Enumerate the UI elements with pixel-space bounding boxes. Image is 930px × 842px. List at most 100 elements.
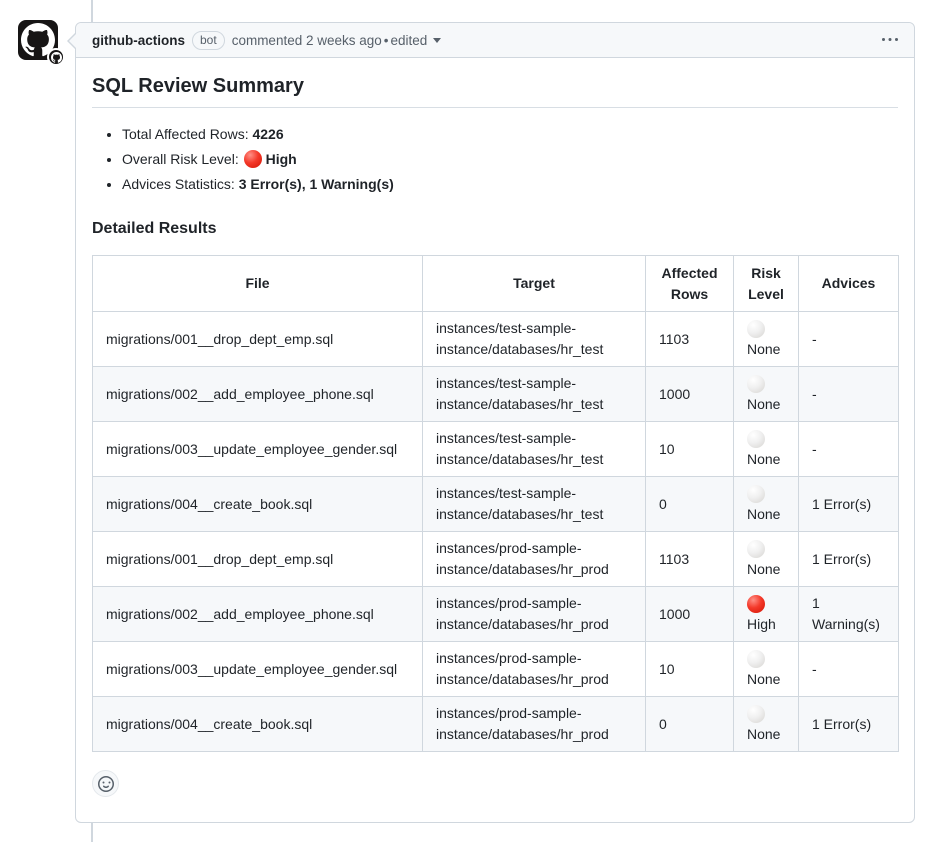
risk-level-text: None — [747, 504, 785, 525]
white-circle-emoji — [747, 485, 765, 503]
advices-cell: - — [799, 312, 899, 367]
table-row: migrations/003__update_employee_gender.s… — [93, 422, 899, 477]
edited-label: edited — [391, 33, 428, 48]
affected-rows-cell: 1000 — [646, 587, 734, 642]
column-header-advices: Advices — [799, 256, 899, 312]
table-row: migrations/004__create_book.sql instance… — [93, 477, 899, 532]
risk-level-cell: None — [734, 367, 799, 422]
white-circle-emoji — [747, 375, 765, 393]
file-cell: migrations/001__drop_dept_emp.sql — [93, 312, 423, 367]
risk-level-cell: None — [734, 642, 799, 697]
affected-rows-cell: 10 — [646, 422, 734, 477]
affected-rows-cell: 1103 — [646, 532, 734, 587]
white-circle-emoji — [747, 705, 765, 723]
edited-dropdown[interactable]: edited — [391, 33, 442, 48]
risk-level-text: None — [747, 394, 785, 415]
chevron-down-icon — [433, 38, 441, 43]
column-header-file: File — [93, 256, 423, 312]
target-cell: instances/test-sample-instance/databases… — [423, 422, 646, 477]
table-row: migrations/003__update_employee_gender.s… — [93, 642, 899, 697]
file-cell: migrations/002__add_employee_phone.sql — [93, 367, 423, 422]
risk-level-text: None — [747, 339, 785, 360]
add-reaction-button[interactable] — [92, 770, 119, 797]
risk-level-text: None — [747, 449, 785, 470]
risk-level-cell: None — [734, 532, 799, 587]
file-cell: migrations/004__create_book.sql — [93, 697, 423, 752]
white-circle-emoji — [747, 650, 765, 668]
comment-box: github-actions bot commented 2 weeks ago… — [75, 22, 915, 823]
risk-level-cell: None — [734, 697, 799, 752]
risk-level-cell: None — [734, 312, 799, 367]
speech-bubble-caret-fill — [69, 33, 77, 49]
affected-rows-cell: 1000 — [646, 367, 734, 422]
bot-avatar-badge — [47, 48, 65, 66]
advices-cell: 1 Error(s) — [799, 697, 899, 752]
summary-item-value: High — [266, 151, 297, 167]
comment-timestamp[interactable]: commented 2 weeks ago — [232, 33, 382, 48]
summary-item-total-affected-rows: Total Affected Rows: 4226 — [122, 124, 898, 145]
affected-rows-cell: 0 — [646, 697, 734, 752]
table-row: migrations/001__drop_dept_emp.sql instan… — [93, 312, 899, 367]
advices-cell: - — [799, 367, 899, 422]
results-table: File Target Affected Rows Risk Level Adv… — [92, 255, 899, 752]
risk-level-cell: None — [734, 477, 799, 532]
table-row: migrations/001__drop_dept_emp.sql instan… — [93, 532, 899, 587]
risk-level-text: None — [747, 724, 785, 745]
table-row: migrations/002__add_employee_phone.sql i… — [93, 367, 899, 422]
target-cell: instances/test-sample-instance/databases… — [423, 312, 646, 367]
summary-item-advices-statistics: Advices Statistics: 3 Error(s), 1 Warnin… — [122, 174, 898, 195]
risk-level-text: None — [747, 669, 785, 690]
risk-level-text: None — [747, 559, 785, 580]
bot-badge: bot — [192, 31, 225, 50]
file-cell: migrations/002__add_employee_phone.sql — [93, 587, 423, 642]
smiley-icon — [98, 776, 114, 792]
summary-item-label: Advices Statistics: — [122, 176, 239, 192]
affected-rows-cell: 1103 — [646, 312, 734, 367]
target-cell: instances/prod-sample-instance/databases… — [423, 697, 646, 752]
summary-item-label: Total Affected Rows: — [122, 126, 252, 142]
target-cell: instances/test-sample-instance/databases… — [423, 477, 646, 532]
github-actions-avatar[interactable] — [18, 20, 58, 60]
risk-level-cell: High — [734, 587, 799, 642]
kebab-horizontal-icon — [882, 32, 898, 48]
kebab-menu-button[interactable] — [882, 32, 898, 48]
table-header-row: File Target Affected Rows Risk Level Adv… — [93, 256, 899, 312]
file-cell: migrations/003__update_employee_gender.s… — [93, 642, 423, 697]
file-cell: migrations/004__create_book.sql — [93, 477, 423, 532]
table-row: migrations/002__add_employee_phone.sql i… — [93, 587, 899, 642]
affected-rows-cell: 0 — [646, 477, 734, 532]
white-circle-emoji — [747, 320, 765, 338]
file-cell: migrations/001__drop_dept_emp.sql — [93, 532, 423, 587]
target-cell: instances/prod-sample-instance/databases… — [423, 642, 646, 697]
details-title: Detailed Results — [92, 219, 898, 239]
risk-level-cell: None — [734, 422, 799, 477]
comment-header: github-actions bot commented 2 weeks ago… — [76, 23, 914, 58]
summary-item-value: 4226 — [252, 126, 283, 142]
white-circle-emoji — [747, 540, 765, 558]
target-cell: instances/prod-sample-instance/databases… — [423, 532, 646, 587]
advices-cell: - — [799, 642, 899, 697]
affected-rows-cell: 10 — [646, 642, 734, 697]
file-cell: migrations/003__update_employee_gender.s… — [93, 422, 423, 477]
summary-item-label: Overall Risk Level: — [122, 151, 243, 167]
advices-cell: 1 Warning(s) — [799, 587, 899, 642]
summary-item-overall-risk-level: Overall Risk Level: High — [122, 149, 898, 170]
column-header-risk-level: Risk Level — [734, 256, 799, 312]
meta-separator: • — [384, 33, 389, 48]
comment-body: SQL Review Summary Total Affected Rows: … — [76, 58, 914, 813]
target-cell: instances/prod-sample-instance/databases… — [423, 587, 646, 642]
summary-item-value: 3 Error(s), 1 Warning(s) — [239, 176, 394, 192]
column-header-target: Target — [423, 256, 646, 312]
advices-cell: - — [799, 422, 899, 477]
summary-list: Total Affected Rows: 4226 Overall Risk L… — [92, 124, 898, 195]
risk-level-text: High — [747, 614, 785, 635]
white-circle-emoji — [747, 430, 765, 448]
table-row: migrations/004__create_book.sql instance… — [93, 697, 899, 752]
red-circle-emoji — [747, 595, 765, 613]
advices-cell: 1 Error(s) — [799, 477, 899, 532]
summary-title: SQL Review Summary — [92, 74, 898, 108]
target-cell: instances/test-sample-instance/databases… — [423, 367, 646, 422]
red-circle-emoji — [244, 150, 262, 168]
comment-author[interactable]: github-actions — [92, 33, 185, 48]
column-header-affected-rows: Affected Rows — [646, 256, 734, 312]
